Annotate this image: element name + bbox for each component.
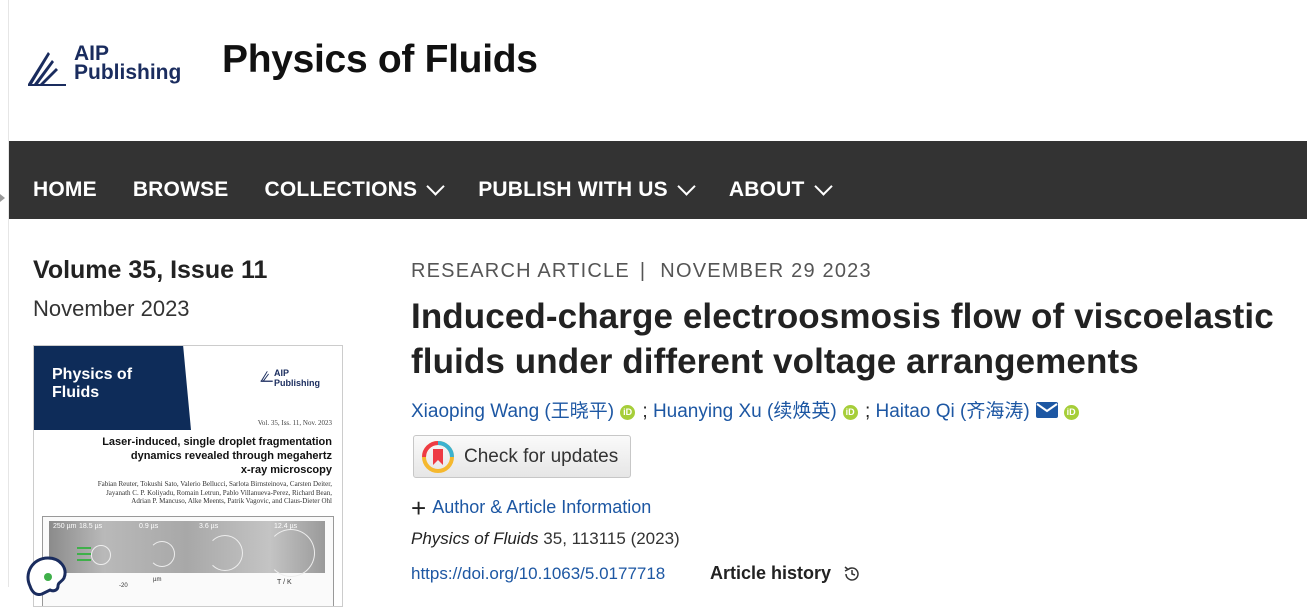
- check-for-updates-label: Check for updates: [464, 445, 619, 467]
- citation-journal: Physics of Fluids: [411, 529, 539, 548]
- chat-bubble-icon[interactable]: [24, 552, 68, 596]
- article-type-separator: |: [639, 260, 647, 282]
- author-list: Xiaoping Wang (王晓平) iD ; Huanying Xu (续焕英…: [411, 396, 1081, 423]
- orcid-icon[interactable]: iD: [620, 405, 636, 420]
- author-link[interactable]: Xiaoping Wang (王晓平): [411, 401, 614, 422]
- mail-icon[interactable]: [1035, 402, 1058, 418]
- author-link[interactable]: Huanying Xu (续焕英): [653, 401, 837, 422]
- droplet-shape: [149, 541, 175, 567]
- cover-authors-line2: Jayanath C. P. Koliyadu, Romain Letrun, …: [106, 488, 332, 497]
- article-type: RESEARCH ARTICLE: [411, 260, 630, 282]
- nav-item-collections[interactable]: COLLECTIONS: [264, 176, 445, 202]
- article-date: NOVEMBER 29 2023: [660, 260, 872, 282]
- cover-fig-bottom-label: µm: [153, 577, 162, 583]
- cover-title-line3: x-ray microscopy: [240, 464, 332, 476]
- aip-logo-text: AIP Publishing: [74, 43, 182, 84]
- droplet-shape: [207, 535, 243, 571]
- orcid-icon[interactable]: iD: [1063, 405, 1079, 420]
- plus-icon: +: [411, 492, 427, 523]
- cover-fig-bottom-label: T / K: [277, 579, 292, 586]
- article-title: Induced-charge electroosmosis flow of vi…: [411, 297, 1274, 381]
- droplet-shape: [267, 529, 315, 577]
- cover-feature-title: Laser-induced, single droplet fragmentat…: [44, 435, 332, 477]
- side-arrow-icon: [0, 194, 5, 202]
- nav-item-browse[interactable]: BROWSE: [133, 178, 229, 202]
- doi-link[interactable]: https://doi.org/10.1063/5.0177718: [411, 564, 665, 584]
- cover-feature-authors: Fabian Reuter, Tokushi Sato, Valerio Bel…: [44, 480, 332, 506]
- cover-figure: 250 µm 18.5 µs 0.9 µs 3.6 µs 12.4 µs -20…: [42, 516, 334, 606]
- citation-line: Physics of Fluids 35, 113115 (2023): [411, 529, 680, 549]
- chevron-down-icon: [813, 176, 833, 196]
- author-article-info-label: Author & Article Information: [432, 497, 652, 517]
- site-header: AIP Publishing Physics of Fluids: [0, 0, 1307, 141]
- nav-item-label: BROWSE: [132, 178, 229, 201]
- nav-item-publish-with-us[interactable]: PUBLISH WITH US: [478, 176, 696, 202]
- cover-journal-title: Physics of Fluids: [52, 366, 132, 402]
- nav-item-label: ABOUT: [728, 178, 805, 201]
- cover-volume-line: Vol. 35, Iss. 11, Nov. 2023: [257, 419, 332, 427]
- author-separator: ;: [642, 401, 648, 422]
- laser-arrow: [77, 559, 91, 561]
- nav-item-label: PUBLISH WITH US: [478, 178, 668, 201]
- article-type-line: RESEARCH ARTICLE | NOVEMBER 29 2023: [411, 260, 872, 283]
- nav-item-about[interactable]: ABOUT: [728, 176, 833, 202]
- main-nav: HOME BROWSE COLLECTIONS PUBLISH WITH US …: [9, 141, 1307, 219]
- crossmark-icon: [422, 440, 454, 473]
- clock-history-icon: [844, 565, 859, 581]
- author-article-info-toggle[interactable]: + Author & Article Information: [411, 492, 652, 523]
- issue-cover-image[interactable]: Physics of Fluids AIP Publishing Vol. 35…: [33, 345, 343, 607]
- cover-fig-label: 18.5 µs: [79, 523, 103, 530]
- cover-authors-line1: Fabian Reuter, Tokushi Sato, Valerio Bel…: [97, 480, 332, 488]
- cover-aip-logo: AIP Publishing: [274, 368, 320, 388]
- nav-list: HOME BROWSE COLLECTIONS PUBLISH WITH US …: [33, 176, 866, 202]
- cover-figure-strip: 250 µm 18.5 µs 0.9 µs 3.6 µs 12.4 µs: [49, 521, 325, 577]
- nav-item-label: HOME: [33, 178, 97, 201]
- droplet-shape: [91, 545, 111, 565]
- issue-date: November 2023: [33, 296, 190, 321]
- cover-aip-logo-icon: [260, 371, 273, 382]
- issue-volume-link[interactable]: Volume 35, Issue 11: [33, 256, 267, 285]
- cover-fig-label: 0.9 µs: [139, 523, 159, 530]
- check-for-updates-button[interactable]: Check for updates: [413, 435, 631, 478]
- nav-item-home[interactable]: HOME: [33, 178, 97, 202]
- cover-fig-label: 3.6 µs: [199, 523, 219, 530]
- laser-arrow: [77, 547, 91, 549]
- author-separator: ;: [864, 401, 871, 422]
- cover-journal-line1: Physics of: [52, 366, 133, 383]
- cover-title-line1: Laser-induced, single droplet fragmentat…: [102, 436, 332, 448]
- laser-arrow: [77, 553, 91, 555]
- cover-fig-label: 250 µm: [53, 523, 77, 530]
- cover-fig-bottom-label: -20: [119, 583, 128, 589]
- chevron-down-icon: [677, 176, 696, 196]
- article-history-toggle[interactable]: Article history: [710, 563, 861, 584]
- journal-title[interactable]: Physics of Fluids: [222, 38, 538, 82]
- cover-authors-line3: Adrian P. Mancuso, Alke Meents, Patrik V…: [131, 497, 332, 505]
- orcid-icon[interactable]: iD: [842, 405, 858, 420]
- aip-publishing-logo[interactable]: AIP Publishing: [26, 43, 196, 90]
- aip-logo-icon: [28, 52, 66, 86]
- cover-logo-line2: Publishing: [274, 378, 320, 388]
- cover-title-line2: dynamics revealed through megahertz: [130, 450, 332, 462]
- article-history-label: Article history: [710, 563, 832, 583]
- cover-logo-line1: AIP: [274, 368, 290, 378]
- author-link[interactable]: Haitao Qi (齐海涛): [876, 401, 1030, 422]
- aip-logo-line2: Publishing: [74, 61, 182, 84]
- chevron-down-icon: [426, 176, 445, 196]
- nav-item-label: COLLECTIONS: [264, 178, 418, 201]
- cover-journal-line2: Fluids: [52, 384, 100, 401]
- citation-details: 35, 113115 (2023): [543, 529, 680, 548]
